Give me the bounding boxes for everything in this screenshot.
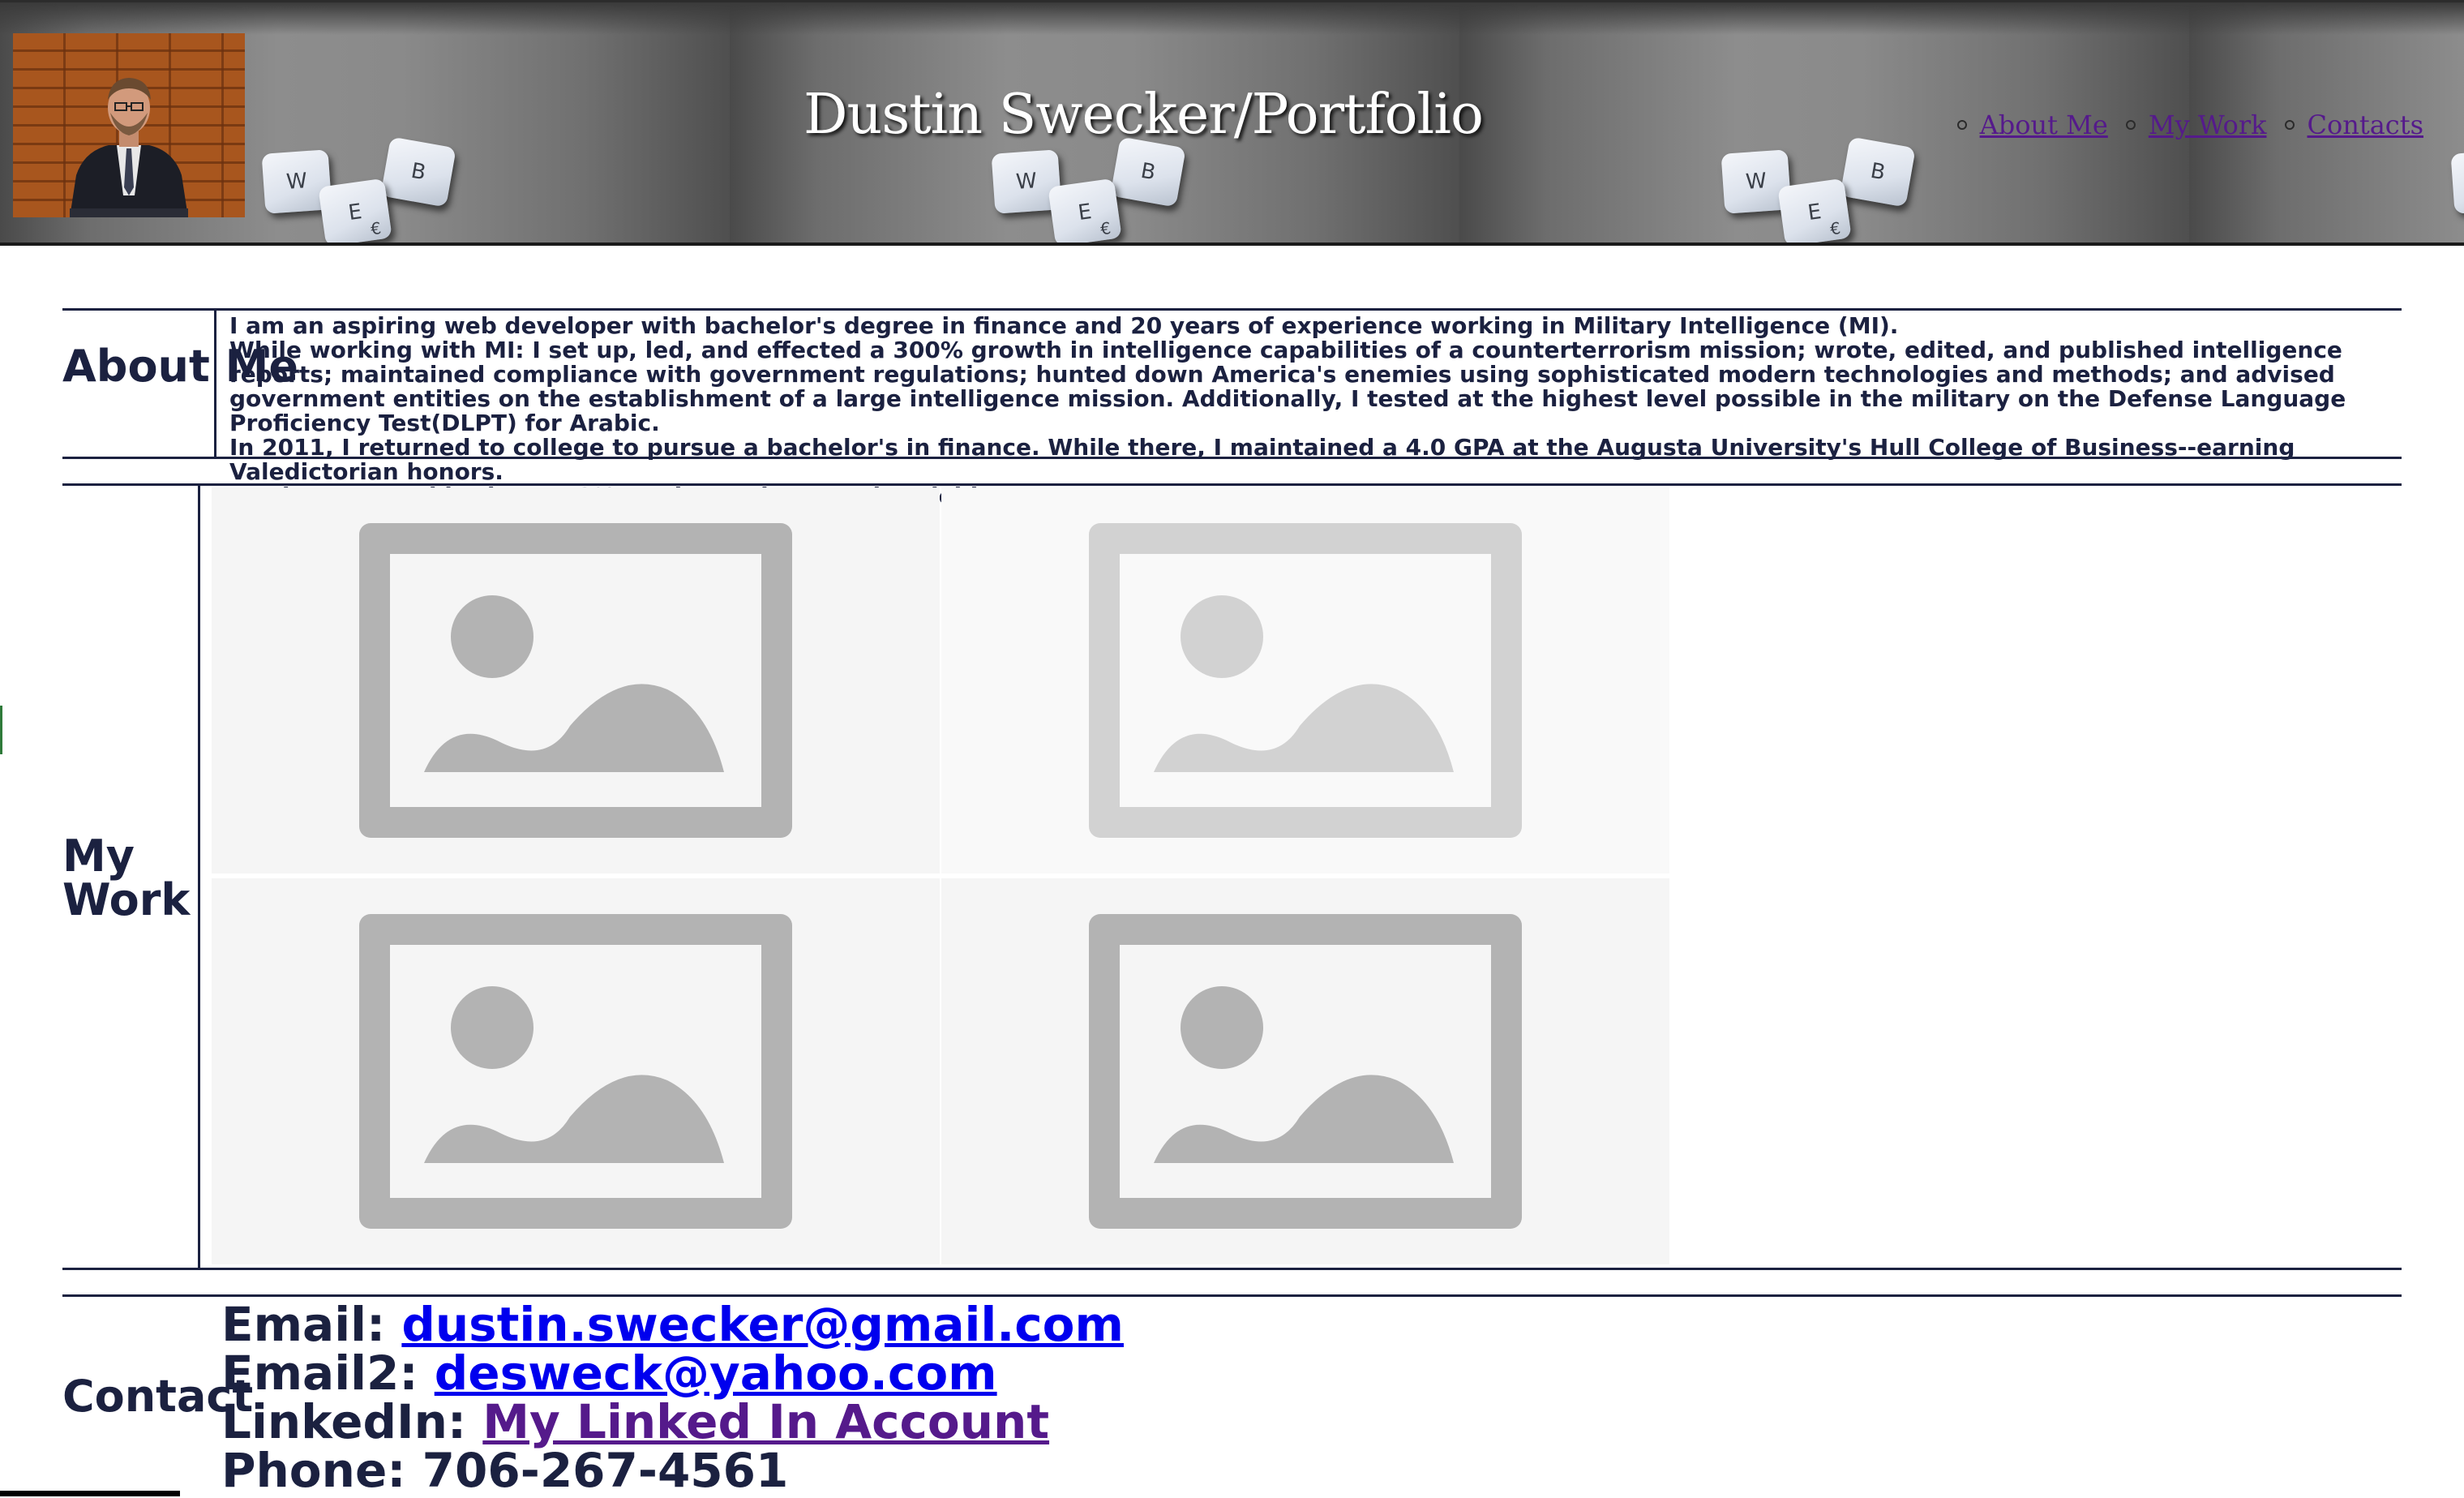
about-paragraph: While working with MI: I set up, led, an… [229, 337, 2346, 436]
work-thumbnail[interactable] [941, 878, 1669, 1264]
bottom-edge-bar [0, 1491, 180, 1496]
contact-email-row: Email: dustin.swecker@gmail.com [221, 1300, 1124, 1349]
main-nav: About Me My Work Contacts [1939, 109, 2423, 140]
phone-label: Phone: [221, 1443, 406, 1498]
linkedin-label: LinkedIn: [221, 1394, 467, 1449]
tile-b: B [1110, 136, 1186, 208]
image-placeholder-icon [359, 523, 792, 838]
web-tiles-graphic: W B E € [261, 136, 474, 243]
nav-link-my-work[interactable]: My Work [2149, 109, 2267, 140]
section-divider [214, 311, 216, 457]
email2-label: Email2: [221, 1346, 418, 1401]
tile-b: B [1840, 136, 1916, 208]
tile-e: E € [1048, 178, 1122, 243]
contact-phone-row: Phone: 706-267-4561 [221, 1446, 1124, 1495]
tile-w: W [2450, 149, 2464, 214]
nav-link-about-me[interactable]: About Me [1980, 109, 2108, 140]
profile-photo [13, 33, 245, 217]
image-placeholder-icon [359, 914, 792, 1229]
work-thumbnail[interactable] [941, 487, 1669, 873]
site-title: Dustin Swecker/Portfolio [803, 83, 1484, 147]
web-tiles-graphic: W B [2450, 142, 2464, 243]
work-heading: My Work [62, 831, 191, 925]
contact-list: Email: dustin.swecker@gmail.com Email2: … [221, 1300, 1124, 1495]
section-divider [198, 486, 200, 1268]
person-silhouette [70, 78, 188, 217]
site-header: W B E€ W B E€ W B E€ W B [0, 0, 2464, 246]
email-link[interactable]: dustin.swecker@gmail.com [401, 1297, 1124, 1352]
tile-b: B [380, 136, 456, 208]
linkedin-link[interactable]: My Linked In Account [482, 1394, 1049, 1449]
email-label: Email: [221, 1297, 386, 1352]
about-section: About Me I am an aspiring web developer … [62, 308, 2402, 509]
about-text: I am an aspiring web developer with bach… [229, 314, 2394, 509]
work-thumbnail[interactable] [212, 487, 940, 873]
tile-e: E € [1777, 178, 1852, 243]
contact-email2-row: Email2: desweck@yahoo.com [221, 1349, 1124, 1397]
bullet-icon [2284, 120, 2295, 130]
about-paragraph: I am an aspiring web developer with bach… [229, 312, 1899, 339]
about-paragraph: In 2011, I returned to college to pursue… [229, 434, 2295, 485]
bullet-icon [2125, 120, 2136, 130]
contact-linkedin-row: LinkedIn: My Linked In Account [221, 1397, 1124, 1446]
work-section: My Work [62, 483, 2402, 1270]
image-placeholder-icon [1089, 523, 1522, 838]
phone-number: 706-267-4561 [422, 1443, 789, 1498]
nav-link-contacts[interactable]: Contacts [2308, 109, 2424, 140]
left-edge-marker [0, 706, 2, 754]
email2-link[interactable]: desweck@yahoo.com [435, 1346, 997, 1401]
contact-section: Contact Email: dustin.swecker@gmail.com … [62, 1294, 2402, 1497]
bullet-icon [1956, 120, 1967, 130]
work-thumbnail[interactable] [212, 878, 940, 1264]
web-tiles-graphic: W B E € [991, 136, 1204, 243]
web-tiles-graphic: W B E € [1721, 136, 1934, 243]
work-gallery [212, 487, 1671, 1264]
tile-e: E € [318, 178, 392, 243]
image-placeholder-icon [1089, 914, 1522, 1229]
